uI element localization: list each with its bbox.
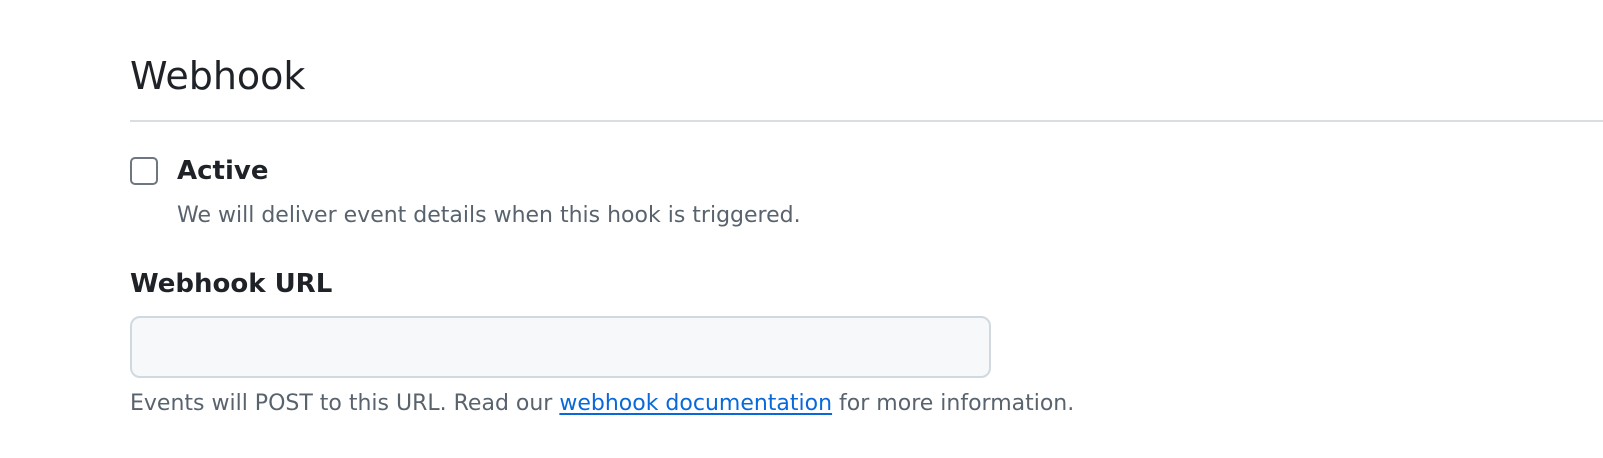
active-checkbox-label[interactable]: Active	[177, 153, 268, 189]
webhook-url-input[interactable]	[130, 316, 991, 378]
webhook-url-label: Webhook URL	[130, 269, 333, 299]
section-divider	[130, 120, 1603, 122]
webhook-url-help: Events will POST to this URL. Read our w…	[130, 388, 1074, 420]
webhook-documentation-link[interactable]: webhook documentation	[559, 391, 832, 416]
webhook-url-help-suffix: for more information.	[832, 391, 1075, 416]
page-title: Webhook	[130, 54, 306, 98]
active-checkbox[interactable]	[130, 157, 158, 185]
webhook-url-help-prefix: Events will POST to this URL. Read our	[130, 391, 560, 416]
active-checkbox-description: We will deliver event details when this …	[177, 203, 801, 228]
